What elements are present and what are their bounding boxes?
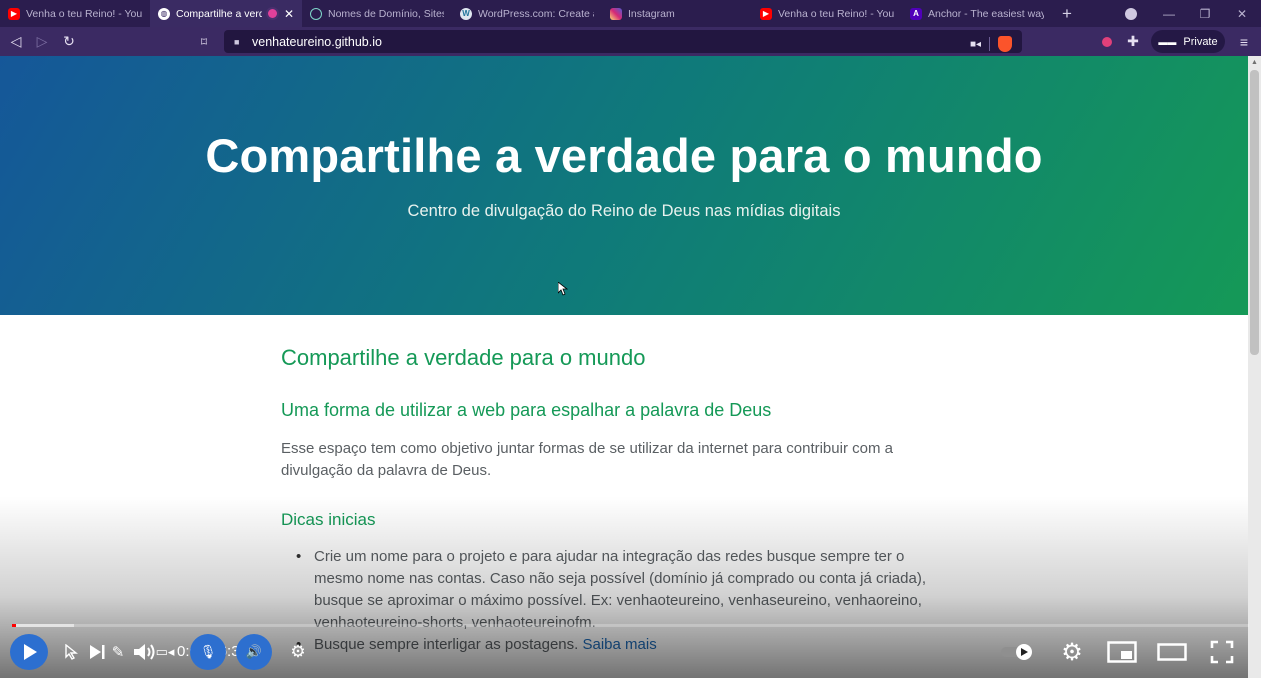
youtube-icon: ▶ <box>8 7 20 20</box>
tab-youtube-1[interactable]: ▶ Venha o teu Reino! - YouTu <box>0 0 150 27</box>
main-content: Compartilhe a verdade para o mundo Uma f… <box>281 345 941 656</box>
tab-title: Instagram <box>628 7 675 20</box>
settings-gear-icon[interactable]: ⚙ <box>1058 634 1086 670</box>
tab-wordpress[interactable]: W WordPress.com: Create a Fr <box>452 0 602 27</box>
reload-icon[interactable]: ↻ <box>57 27 81 56</box>
page-scrollbar[interactable]: ▲ <box>1248 56 1261 678</box>
pen-tool-icon[interactable]: ✎ <box>109 634 127 670</box>
speaker-icon: 🔊 <box>245 644 263 659</box>
camera-icon[interactable]: ■◂ <box>970 39 981 50</box>
content-subheading: Uma forma de utilizar a web para espalha… <box>281 400 772 420</box>
browser-toolbar: ◁ ▷ ↻ ⌑ ■ venhateureino.github.io ■◂ ✚ ▬… <box>0 27 1261 56</box>
restore-icon[interactable]: ❐ <box>1188 0 1222 27</box>
web-page: Compartilhe a verdade para o mundo Centr… <box>0 56 1248 678</box>
tips-list: Crie um nome para o projeto e para ajuda… <box>281 546 941 656</box>
tab-title: Venha o teu Reino! - YouTu <box>26 7 142 20</box>
tab-title: Nomes de Domínio, Sites n <box>328 7 444 20</box>
recording-icon <box>267 9 277 18</box>
progress-buffered <box>12 624 74 627</box>
tab-title: Compartilhe a verd <box>176 7 262 20</box>
tab-compartilhe[interactable]: ◍ Compartilhe a verd ✕ <box>150 0 302 27</box>
minimize-icon[interactable]: — <box>1152 0 1186 27</box>
menu-icon[interactable]: ≡ <box>1232 27 1256 56</box>
private-label: Private <box>1183 35 1218 48</box>
tab-title: Venha o teu Reino! - YouTu <box>778 7 894 20</box>
fullscreen-icon[interactable] <box>1208 634 1236 670</box>
brave-shield-icon[interactable] <box>998 36 1012 52</box>
anchor-icon: A <box>910 7 922 20</box>
divider <box>989 37 990 51</box>
globe-icon: ◍ <box>158 7 170 20</box>
back-icon[interactable]: ◁ <box>4 27 28 56</box>
miniplayer-icon[interactable] <box>1106 634 1138 670</box>
mic-icon: 🎙 <box>199 644 217 659</box>
youtube-icon: ▶ <box>760 7 772 20</box>
tab-instagram[interactable]: Instagram <box>602 0 752 27</box>
page-header: Compartilhe a verdade para o mundo Centr… <box>0 56 1248 315</box>
instagram-icon <box>610 7 622 20</box>
tip-text: Crie um nome para o projeto e para ajuda… <box>314 548 926 631</box>
speaker-button[interactable]: 🔊 <box>236 634 272 670</box>
new-tab-button[interactable]: + <box>1052 4 1082 24</box>
play-icon <box>24 644 37 660</box>
camera-tool-icon[interactable]: ▭◂ <box>155 634 175 670</box>
extensions-icon[interactable]: ✚ <box>1121 27 1145 56</box>
pointer-tool-icon[interactable] <box>62 634 82 670</box>
screen: ▶ Venha o teu Reino! - YouTu ◍ Compartil… <box>0 0 1261 678</box>
hostinger-icon <box>310 7 322 20</box>
hero-title: Compartilhe a verdade para o mundo <box>205 129 1043 182</box>
tab-youtube-2[interactable]: ▶ Venha o teu Reino! - YouTu <box>752 0 902 27</box>
tab-hostinger[interactable]: Nomes de Domínio, Sites n <box>302 0 452 27</box>
lock-icon: ■ <box>234 37 240 47</box>
tab-anchor[interactable]: A Anchor - The easiest way t <box>902 0 1052 27</box>
tab-title: WordPress.com: Create a Fr <box>478 7 594 20</box>
tab-search-icon[interactable] <box>1114 0 1148 27</box>
saiba-mais-link[interactable]: Saiba mais <box>583 636 657 653</box>
scroll-thumb[interactable] <box>1250 70 1259 355</box>
close-tab-icon[interactable]: ✕ <box>284 7 294 21</box>
list-item: Busque sempre interligar as postagens. S… <box>281 634 941 656</box>
progress-played <box>12 624 16 627</box>
hero-subtitle: Centro de divulgação do Reino de Deus na… <box>407 202 841 220</box>
scroll-up-icon[interactable]: ▲ <box>1250 59 1259 66</box>
video-progress-bar[interactable] <box>12 624 1249 627</box>
mic-button[interactable]: 🎙 <box>190 634 226 670</box>
intro-paragraph: Esse espaço tem como objetivo juntar for… <box>281 440 893 479</box>
content-heading: Compartilhe a verdade para o mundo <box>281 345 646 370</box>
mouse-cursor-icon <box>558 282 568 296</box>
forward-icon[interactable]: ▷ <box>30 27 54 56</box>
theater-mode-icon[interactable] <box>1156 634 1188 670</box>
close-window-icon[interactable]: ✕ <box>1225 0 1259 27</box>
next-video-icon[interactable] <box>86 634 108 670</box>
tip-text: Busque sempre interligar as postagens. <box>314 636 579 653</box>
url-text: venhateureino.github.io <box>252 34 382 49</box>
autoplay-toggle[interactable] <box>998 634 1036 670</box>
list-item: Crie um nome para o projeto e para ajuda… <box>281 546 941 634</box>
wordpress-icon: W <box>460 7 472 20</box>
settings-tool-icon[interactable]: ⚙ <box>287 634 309 670</box>
tips-heading: Dicas inicias <box>281 510 376 529</box>
private-window-badge[interactable]: ▬▬ Private <box>1151 30 1225 53</box>
address-bar[interactable]: ■ venhateureino.github.io ■◂ <box>224 30 1022 53</box>
tab-title: Anchor - The easiest way t <box>928 7 1044 20</box>
play-button[interactable] <box>10 634 48 670</box>
bookmark-icon[interactable]: ⌑ <box>192 27 216 56</box>
tab-strip: ▶ Venha o teu Reino! - YouTu ◍ Compartil… <box>0 0 1261 27</box>
private-glasses-icon: ▬▬ <box>1158 36 1177 47</box>
record-extension-icon[interactable] <box>1095 27 1119 56</box>
